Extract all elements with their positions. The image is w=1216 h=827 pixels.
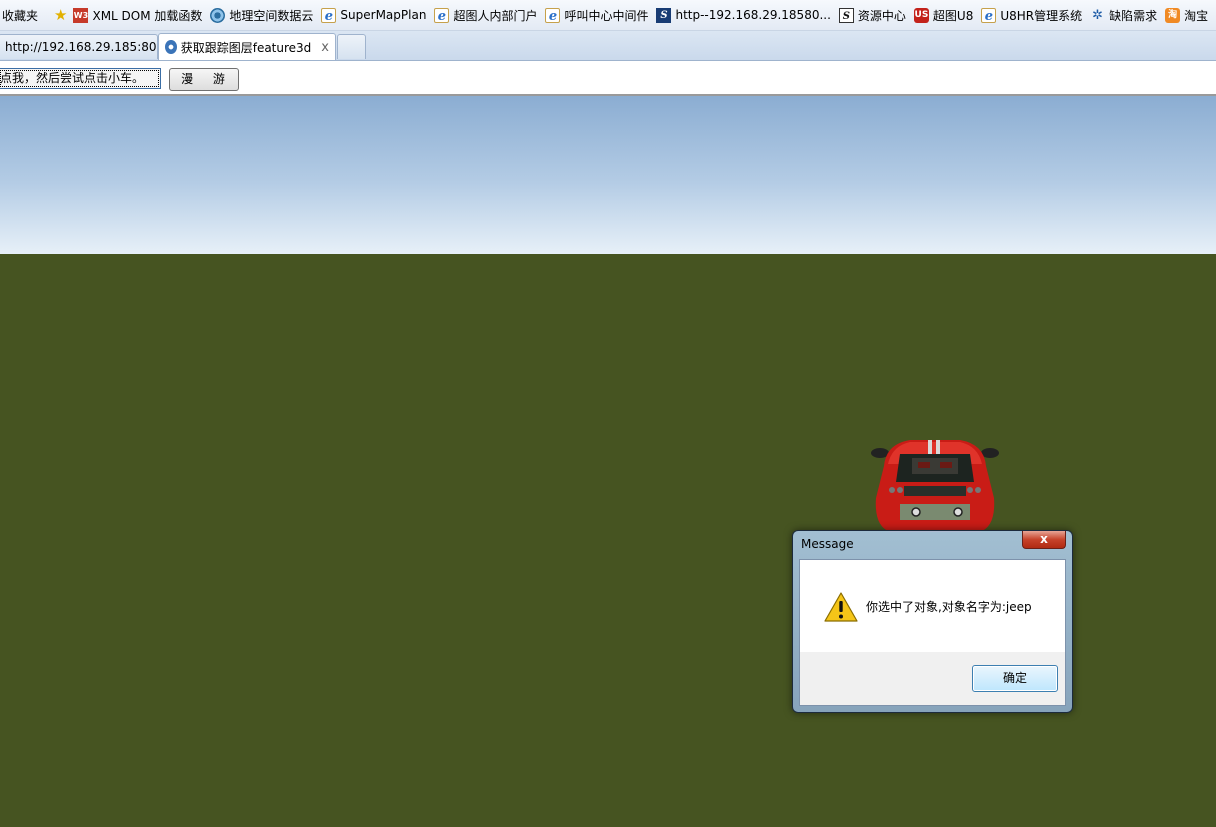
message-dialog: Message x 你选中了对象,对象名字为:jeep 确定 — [792, 530, 1073, 713]
dialog-title: Message — [801, 537, 854, 551]
ie-page-icon: e — [981, 7, 997, 24]
add-favorite-star-icon[interactable]: ★ — [54, 6, 67, 24]
taobao-icon: 淘 — [1165, 7, 1181, 23]
ie-page-icon: e — [434, 7, 450, 24]
page-toolbar: 点我，然后尝试点击小车。 漫 游 — [0, 61, 1216, 96]
roam-button[interactable]: 漫 游 — [169, 68, 239, 91]
tab-http-link[interactable]: http://192.168.29.185:80... — [0, 34, 158, 59]
supermap-logo-icon — [165, 40, 177, 54]
warning-icon — [824, 592, 858, 622]
favorite-u8[interactable]: US 超图U8 — [913, 7, 974, 24]
favorite-label: 缺陷需求 — [1109, 8, 1158, 23]
tab-feature3d[interactable]: 获取跟踪图层feature3d x — [158, 33, 336, 60]
favorites-bar: 收藏夹 ★ W3 XML DOM 加载函数 地理空间数据云 e SuperMap… — [0, 0, 1216, 31]
dialog-message: 你选中了对象,对象名字为:jeep — [866, 600, 1032, 614]
dialog-body: 你选中了对象,对象名字为:jeep 确定 — [799, 559, 1066, 706]
sky — [0, 96, 1216, 254]
favorites-label[interactable]: 收藏夹 — [0, 7, 46, 24]
w3-icon: W3 — [73, 7, 89, 23]
ok-button[interactable]: 确定 — [972, 665, 1058, 692]
s-outline-icon: S — [838, 7, 854, 23]
favorite-taobao[interactable]: 淘 淘宝 — [1165, 7, 1208, 24]
favorite-u8hr[interactable]: e U8HR管理系统 — [981, 7, 1082, 24]
3d-scene-viewport[interactable] — [0, 96, 1216, 827]
favorite-gscloud[interactable]: 地理空间数据云 — [210, 7, 313, 24]
favorite-label: 地理空间数据云 — [229, 8, 314, 23]
favorite-label: 资源中心 — [857, 8, 906, 23]
favorite-http-link[interactable]: S http--192.168.29.18580... — [656, 7, 831, 23]
favorite-portal[interactable]: e 超图人内部门户 — [434, 7, 537, 24]
dialog-footer: 确定 — [800, 652, 1065, 705]
favorite-supermapplan[interactable]: e SuperMapPlan — [321, 7, 427, 24]
favorite-label: 超图人内部门户 — [453, 8, 538, 23]
bulb-icon: ✲ — [1092, 7, 1104, 23]
favorite-resource-center[interactable]: S 资源中心 — [838, 7, 906, 24]
tab-close-icon[interactable]: x — [321, 40, 329, 55]
favorite-label: 淘宝 — [1184, 8, 1209, 23]
ie-page-icon: e — [321, 7, 337, 24]
globe-eye-icon — [210, 7, 226, 23]
favorite-label: http--192.168.29.18580... — [675, 8, 831, 22]
u8-icon: US — [913, 7, 929, 23]
favorite-label: U8HR管理系统 — [1000, 8, 1083, 23]
browser-window: 收藏夹 ★ W3 XML DOM 加载函数 地理空间数据云 e SuperMap… — [0, 0, 1216, 827]
new-tab-button[interactable] — [337, 34, 366, 59]
favorite-label: SuperMapPlan — [340, 8, 427, 22]
hint-button[interactable]: 点我，然后尝试点击小车。 — [0, 68, 161, 89]
s-logo-icon: S — [656, 7, 672, 23]
dialog-close-button[interactable]: x — [1022, 531, 1066, 549]
favorite-callcenter[interactable]: e 呼叫中心中间件 — [545, 7, 648, 24]
favorite-label: 超图U8 — [932, 8, 974, 23]
favorite-label: 呼叫中心中间件 — [564, 8, 649, 23]
favorite-xml-dom[interactable]: W3 XML DOM 加载函数 — [73, 7, 202, 24]
favorite-label: XML DOM 加载函数 — [92, 8, 203, 23]
tab-label: 获取跟踪图层feature3d — [180, 40, 312, 55]
tab-label: http://192.168.29.185:80... — [5, 40, 158, 54]
dialog-content: 你选中了对象,对象名字为:jeep — [800, 560, 1065, 652]
favorite-defects[interactable]: ✲ 缺陷需求 — [1090, 7, 1157, 24]
ie-page-icon: e — [545, 7, 561, 24]
car-model[interactable] — [870, 436, 1000, 536]
tab-bar: http://192.168.29.185:80... 获取跟踪图层featur… — [0, 31, 1216, 61]
